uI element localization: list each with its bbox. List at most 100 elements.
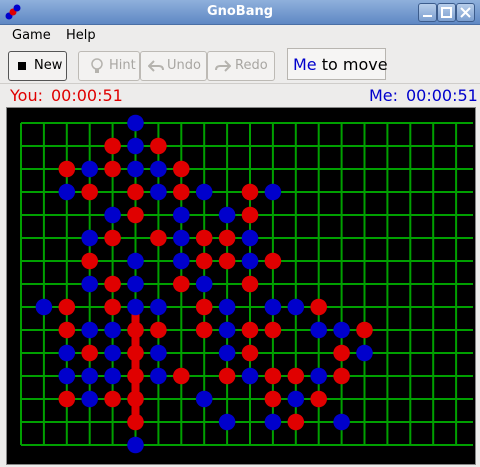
red-stone xyxy=(333,367,350,385)
turn-player: Me xyxy=(293,55,317,74)
blue-stone xyxy=(81,229,98,247)
blue-stone xyxy=(195,390,213,408)
red-stone xyxy=(58,298,76,316)
red-stone xyxy=(241,344,259,362)
blue-stone xyxy=(264,183,282,201)
blue-stone xyxy=(58,344,76,362)
red-stone xyxy=(104,298,121,316)
menu-game-label: Game xyxy=(12,28,51,43)
blue-stone xyxy=(218,321,236,339)
blue-stone xyxy=(81,390,98,408)
red-stone xyxy=(218,229,236,247)
blue-stone xyxy=(333,321,350,339)
undo-arrow-icon xyxy=(148,60,164,72)
red-stone xyxy=(127,413,144,431)
red-stone xyxy=(356,321,373,339)
blue-stone xyxy=(241,367,259,385)
blue-stone xyxy=(127,137,144,155)
red-stone xyxy=(127,367,144,385)
red-stone xyxy=(150,137,167,155)
blue-stone xyxy=(173,229,190,247)
stop-square-icon xyxy=(18,62,26,70)
blue-stone xyxy=(127,436,144,454)
red-stone xyxy=(127,206,144,224)
blue-stone xyxy=(58,183,76,201)
blue-stone xyxy=(104,367,121,385)
red-stone xyxy=(287,413,305,431)
red-stone xyxy=(173,183,190,201)
red-stone xyxy=(127,183,144,201)
red-stone xyxy=(264,390,282,408)
turn-status: Me to move xyxy=(287,48,388,80)
red-stone xyxy=(195,229,213,247)
blue-stone xyxy=(195,275,213,293)
blue-stone xyxy=(104,206,121,224)
red-stone xyxy=(195,321,213,339)
red-stone xyxy=(150,321,167,339)
redo-arrow-icon xyxy=(215,60,231,72)
blue-stone xyxy=(150,298,167,316)
you-timer-value: 00:00:51 xyxy=(51,86,123,105)
blue-stone xyxy=(241,229,259,247)
blue-stone xyxy=(104,321,121,339)
window-title: GnoBang xyxy=(206,4,274,19)
red-stone xyxy=(264,252,282,270)
red-stone xyxy=(104,160,121,178)
blue-stone xyxy=(81,367,98,385)
red-stone xyxy=(104,275,121,293)
close-icon xyxy=(460,7,471,18)
minimize-button[interactable] xyxy=(418,3,437,22)
undo-button[interactable]: Undo xyxy=(140,51,207,81)
menu-game[interactable]: Game xyxy=(12,28,51,43)
menu-help-label: Help xyxy=(66,28,96,43)
undo-button-label: Undo xyxy=(167,58,201,73)
red-stone xyxy=(173,367,190,385)
blue-stone xyxy=(218,413,236,431)
blue-stone xyxy=(81,160,98,178)
blue-stone xyxy=(333,413,350,431)
blue-stone xyxy=(218,206,236,224)
blue-stone xyxy=(58,367,76,385)
blue-stone xyxy=(310,321,328,339)
red-stone xyxy=(58,321,76,339)
red-stone xyxy=(104,390,121,408)
toolbar: New Hint Undo Redo Me to move xyxy=(0,47,480,84)
blue-stone xyxy=(150,160,167,178)
blue-stone xyxy=(35,298,53,316)
blue-stone xyxy=(150,344,167,362)
red-stone xyxy=(241,206,259,224)
title-bar: GnoBang xyxy=(0,0,480,25)
me-timer-value: 00:00:51 xyxy=(406,86,478,105)
maximize-button[interactable] xyxy=(437,3,456,22)
red-stone xyxy=(310,390,328,408)
blue-stone xyxy=(173,252,190,270)
redo-button[interactable]: Redo xyxy=(207,51,275,81)
new-game-button[interactable]: New xyxy=(8,51,67,81)
lightbulb-icon xyxy=(91,58,103,73)
red-stone xyxy=(127,390,144,408)
blue-stone xyxy=(195,183,213,201)
red-stone xyxy=(150,229,167,247)
red-stone xyxy=(310,298,328,316)
red-stone xyxy=(195,298,213,316)
blue-stone xyxy=(264,413,282,431)
red-stone xyxy=(241,275,259,293)
close-button[interactable] xyxy=(456,3,475,22)
hint-button-label: Hint xyxy=(109,58,136,73)
red-stone xyxy=(58,160,76,178)
menu-help[interactable]: Help xyxy=(66,28,96,43)
blue-stone xyxy=(81,275,98,293)
turn-text: to move xyxy=(316,55,388,74)
hint-button[interactable]: Hint xyxy=(78,51,140,81)
blue-stone xyxy=(127,114,144,132)
blue-stone xyxy=(173,206,190,224)
blue-stone xyxy=(81,321,98,339)
blue-stone xyxy=(310,367,328,385)
blue-stone xyxy=(287,298,305,316)
blue-stone xyxy=(150,183,167,201)
game-board[interactable] xyxy=(7,108,473,462)
red-stone xyxy=(81,344,98,362)
red-stone xyxy=(195,252,213,270)
new-button-label: New xyxy=(34,58,63,73)
blue-stone xyxy=(150,367,167,385)
